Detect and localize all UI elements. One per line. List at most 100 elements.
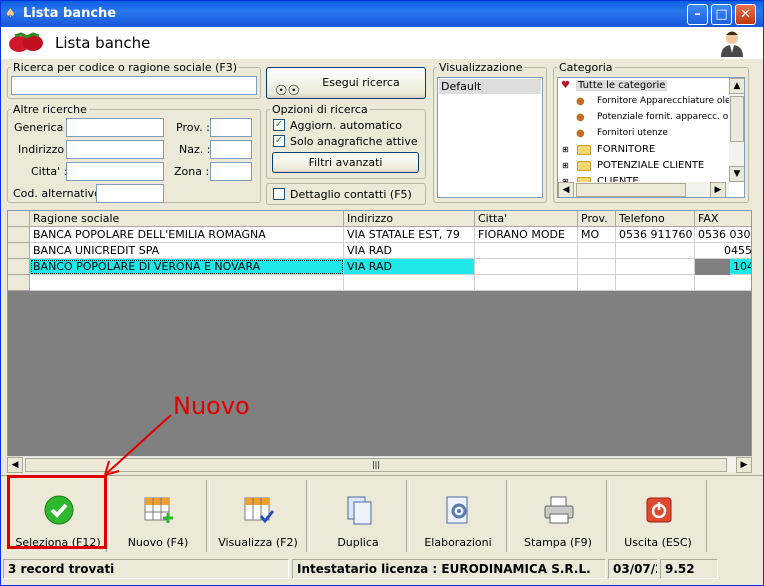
stampa-label: Stampa (F9): [524, 536, 592, 549]
search-input[interactable]: [11, 76, 257, 95]
add-grid-icon: [144, 497, 173, 523]
col-telefono[interactable]: Telefono: [616, 211, 695, 227]
scroll-right-icon[interactable]: ▶: [736, 457, 752, 473]
cell-telefono: 0536 911760: [616, 227, 695, 243]
search-button[interactable]: ☉☉ Esegui ricerca: [266, 67, 426, 99]
license-holder: Intestatario licenza : EURODINAMICA S.R.…: [292, 559, 606, 579]
visualizza-button[interactable]: Visualizza (F2): [209, 480, 307, 552]
cell-telefono: [616, 243, 695, 259]
cell-ragione-sociale: BANCA POPOLARE DELL'EMILIA ROMAGNA: [30, 227, 344, 243]
main-window: ♠ Lista banche – □ ✕ Lista banche Ricerc…: [0, 0, 764, 586]
col-prov[interactable]: Prov.: [578, 211, 616, 227]
category-item-fornitore[interactable]: FORNITORE: [597, 144, 655, 155]
zona-label: Zona :: [174, 165, 210, 178]
zona-input[interactable]: [210, 162, 252, 181]
col-ragione-sociale[interactable]: Ragione sociale: [30, 211, 344, 227]
scroll-left-icon[interactable]: ◀: [7, 457, 23, 473]
table-row[interactable]: BANCA POPOLARE DELL'EMILIA ROMAGNA VIA S…: [8, 227, 751, 243]
table-row[interactable]: BANCA UNICREDIT SPA VIA RAD 0455: [8, 243, 751, 259]
col-citta[interactable]: Citta': [475, 211, 578, 227]
col-indirizzo[interactable]: Indirizzo: [344, 211, 475, 227]
row-selector[interactable]: [8, 275, 30, 291]
generica-input[interactable]: [66, 118, 164, 137]
cell-prov: MO: [578, 227, 616, 243]
cell-prov: [578, 259, 616, 275]
close-button[interactable]: ✕: [735, 4, 756, 25]
duplicate-icon: [347, 496, 372, 525]
view-grid-icon: [244, 497, 275, 524]
scroll-thumb[interactable]: [730, 96, 744, 142]
expand-icon[interactable]: ⊞: [562, 145, 569, 154]
cell-citta: [475, 259, 578, 275]
view-item-default[interactable]: Default: [439, 79, 541, 94]
duplica-button[interactable]: Duplica: [309, 480, 407, 552]
category-tree[interactable]: ♥ Tutte le categorie ● Fornitore Apparec…: [557, 77, 745, 198]
contact-details-checkbox[interactable]: [273, 188, 285, 200]
table-row-selected[interactable]: BANCO POPOLARE DI VERONA E NOVARA VIA RA…: [8, 259, 751, 275]
scroll-down-icon[interactable]: ▼: [729, 166, 744, 182]
table-row-new[interactable]: [8, 275, 751, 291]
cell-ragione-sociale: BANCA UNICREDIT SPA: [30, 243, 344, 259]
category-legend: Categoria: [559, 61, 613, 74]
row-selector[interactable]: [8, 243, 30, 259]
action-toolbar: Seleziona (F12) Nuovo (F4) Visualizza (F…: [1, 475, 763, 555]
folder-icon: [577, 161, 591, 171]
scroll-up-icon[interactable]: ▲: [729, 78, 744, 94]
row-selector-header: [8, 211, 30, 227]
indirizzo-label: Indirizzo :: [18, 143, 72, 156]
other-search-legend: Altre ricerche: [13, 103, 87, 116]
header: Lista banche: [1, 27, 763, 59]
annotation-arrow-icon: [104, 414, 172, 476]
status-date: 03/07/2009: [608, 559, 658, 579]
col-fax[interactable]: FAX: [695, 211, 751, 227]
auto-update-label: Aggiorn. automatico: [290, 119, 402, 132]
auto-update-checkbox[interactable]: ✓: [273, 119, 285, 131]
minimize-button[interactable]: –: [687, 4, 708, 25]
scroll-thumb[interactable]: [576, 183, 686, 197]
category-item-potenziale-fornit[interactable]: Potenziale fornit. apparecc. oleo: [597, 112, 729, 122]
view-legend: Visualizzazione: [439, 61, 523, 74]
cod-alternativo-input[interactable]: [96, 184, 164, 203]
user-avatar-icon[interactable]: [717, 29, 747, 57]
active-only-checkbox[interactable]: ✓: [273, 135, 285, 147]
category-hscroll[interactable]: ◀ ▶: [558, 182, 729, 197]
view-list[interactable]: Default: [437, 77, 543, 198]
row-selector[interactable]: [8, 227, 30, 243]
category-item-potenziale-cliente[interactable]: POTENZIALE CLIENTE: [597, 160, 704, 171]
strawberry-logo-icon: [9, 32, 43, 52]
elaborazioni-button[interactable]: Elaborazioni: [409, 480, 507, 552]
uscita-button[interactable]: Uscita (ESC): [609, 480, 707, 552]
citta-input[interactable]: [66, 162, 164, 181]
category-item-fornitore-apparecchiature[interactable]: Fornitore Apparecchiature oleod: [597, 96, 729, 106]
people-icon: ●: [576, 128, 585, 139]
prov-input[interactable]: [210, 118, 252, 137]
app-icon: ♠: [5, 6, 16, 20]
annotation-label: Nuovo: [173, 392, 250, 420]
naz-input[interactable]: [210, 140, 252, 159]
indirizzo-input[interactable]: [66, 140, 164, 159]
row-selector[interactable]: [8, 259, 30, 275]
category-item-fornitori-utenze[interactable]: Fornitori utenze: [597, 128, 668, 138]
scroll-right-icon[interactable]: ▶: [710, 182, 726, 197]
category-item-all[interactable]: Tutte le categorie: [576, 80, 668, 91]
citta-label: Citta' :: [31, 165, 68, 178]
generica-label: Generica :: [14, 121, 71, 134]
window-title: Lista banche: [23, 6, 117, 21]
advanced-filters-button[interactable]: Filtri avanzati: [272, 152, 419, 173]
nuovo-button[interactable]: Nuovo (F4): [109, 480, 207, 552]
status-bar: 3 record trovati Intestatario licenza : …: [1, 557, 763, 585]
cell-ragione-sociale: BANCO POPOLARE DI VERONA E NOVARA: [30, 259, 344, 275]
nuovo-label: Nuovo (F4): [127, 536, 189, 549]
category-vscroll[interactable]: ▲ ▼: [729, 78, 744, 182]
page-title: Lista banche: [55, 34, 151, 52]
cell-empty: [695, 275, 751, 291]
cell-citta: FIORANO MODE: [475, 227, 578, 243]
cell-prov: [578, 243, 616, 259]
maximize-button[interactable]: □: [711, 4, 732, 25]
cell-citta: [475, 243, 578, 259]
expand-icon[interactable]: ⊞: [562, 161, 569, 170]
printer-icon: [544, 496, 574, 524]
scroll-left-icon[interactable]: ◀: [558, 182, 574, 197]
cell-empty: [578, 275, 616, 291]
stampa-button[interactable]: Stampa (F9): [509, 480, 607, 552]
